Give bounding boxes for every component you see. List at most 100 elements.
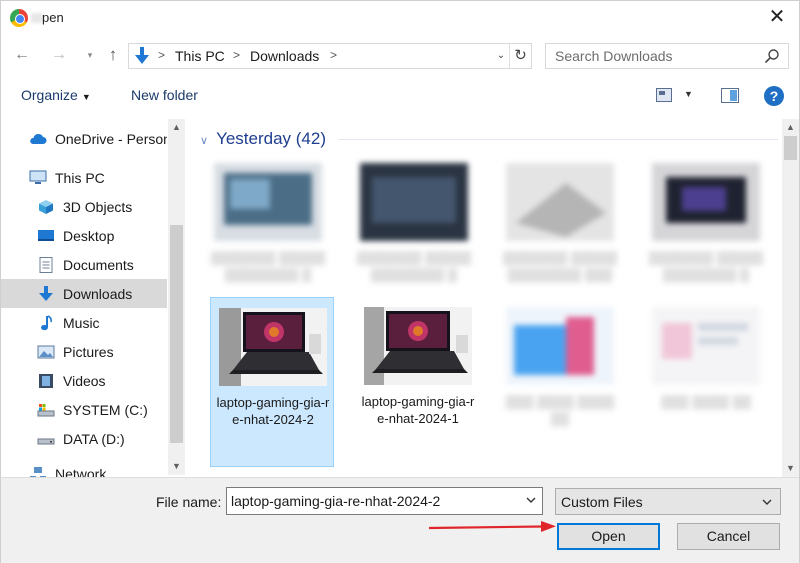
sidebar-item-label: Desktop — [63, 227, 115, 244]
forward-arrow-icon[interactable]: → — [49, 45, 69, 65]
sidebar-item-pictures[interactable]: Pictures — [1, 337, 167, 366]
drive-icon — [37, 438, 55, 444]
sidebar-item-label: Music — [63, 314, 100, 331]
file-caption-blurred: ▒▒▒ ▒▒▒▒ ▒▒▒▒▒▒ — [505, 394, 615, 426]
breadcrumb-this-pc[interactable]: This PC — [175, 48, 225, 64]
file-thumbnail — [506, 307, 614, 385]
sidebar-item-3d-objects[interactable]: 3D Objects — [1, 192, 167, 221]
sidebar-item-network[interactable]: Network — [1, 459, 167, 477]
open-file-dialog: pen ✕ ← → ▾ ↑ > This PC > Downloads > ⌄ … — [0, 0, 800, 563]
window-title: pen — [42, 10, 64, 25]
back-arrow-icon[interactable]: ← — [12, 45, 32, 65]
chevron-down-icon — [762, 499, 772, 505]
file-thumbnail — [506, 163, 614, 241]
sidebar-item-desktop[interactable]: Desktop — [1, 221, 167, 250]
help-icon[interactable]: ? — [764, 86, 784, 106]
search-input[interactable] — [546, 44, 756, 68]
scrollbar-thumb[interactable] — [784, 136, 797, 160]
laptop-image-thumbnail — [219, 308, 327, 386]
refresh-icon[interactable]: ↻ — [509, 44, 531, 68]
chevron-down-icon: ▼ — [81, 92, 91, 102]
content-scrollbar[interactable]: ▲ ▼ — [782, 119, 799, 477]
file-tile-blurred[interactable]: ▒▒▒ ▒▒▒▒ ▒▒▒▒▒▒ — [498, 297, 622, 467]
recent-locations-chevron-icon[interactable]: ▾ — [80, 45, 100, 65]
group-header-label: Yesterday (42) — [216, 129, 326, 148]
file-caption-blurred: ▒▒▒ ▒▒▒▒ ▒▒ — [660, 394, 752, 409]
breadcrumb-separator[interactable]: > — [330, 48, 337, 62]
chevron-down-icon: ∨ — [200, 135, 209, 147]
close-icon[interactable]: ✕ — [765, 6, 789, 30]
sidebar-item-label: Documents — [63, 256, 134, 273]
sidebar-item-documents[interactable]: Documents — [1, 250, 167, 279]
file-tile-blurred[interactable]: ▒▒▒ ▒▒▒▒ ▒▒ — [644, 297, 768, 467]
file-thumbnail — [360, 163, 468, 241]
sidebar-item-data-d[interactable]: DATA (D:) — [1, 424, 167, 453]
sidebar-item-music[interactable]: Music — [1, 308, 167, 337]
desktop-icon — [38, 229, 54, 241]
sidebar-item-label: DATA (D:) — [63, 430, 125, 447]
address-bar[interactable]: > This PC > Downloads > ⌄ ↻ — [128, 43, 532, 69]
sidebar-item-label: Videos — [63, 372, 106, 389]
chrome-app-icon — [10, 9, 28, 27]
change-view-icon[interactable] — [656, 88, 672, 102]
file-type-value: Custom Files — [561, 494, 643, 510]
network-icon — [30, 466, 46, 477]
organize-button[interactable]: Organize ▼ — [21, 87, 91, 103]
laptop-image-thumbnail — [364, 307, 472, 385]
navigation-pane: OneDrive - Person This PC 3D Objects Des… — [1, 119, 185, 477]
sidebar-item-label: Network — [55, 465, 107, 478]
scroll-up-icon[interactable]: ▲ — [168, 119, 185, 136]
up-arrow-icon[interactable]: ↑ — [103, 45, 123, 65]
file-list: ∨ Yesterday (42) ▒▒▒▒▒▒▒ ▒▒▒▒▒ ▒▒▒▒▒▒▒▒ ▒… — [186, 119, 782, 477]
pictures-icon — [37, 345, 55, 358]
file-name-label: laptop-gaming-gia-re-nhat-2024-2 — [216, 395, 330, 427]
cube-icon — [39, 199, 53, 214]
scroll-up-icon[interactable]: ▲ — [782, 119, 799, 136]
breadcrumb-separator[interactable]: > — [158, 48, 165, 62]
preview-pane-icon[interactable] — [721, 88, 739, 103]
group-header-yesterday[interactable]: ∨ Yesterday (42) — [200, 129, 326, 149]
search-box[interactable] — [545, 43, 789, 69]
breadcrumb-downloads[interactable]: Downloads — [250, 48, 319, 64]
cancel-button[interactable]: Cancel — [677, 523, 780, 550]
address-dropdown-chevron-icon[interactable]: ⌄ — [491, 44, 511, 68]
sidebar-item-label: 3D Objects — [63, 198, 133, 215]
new-folder-button[interactable]: New folder — [131, 87, 198, 103]
file-caption-blurred: ▒▒▒▒▒▒▒ ▒▒▒▒▒ ▒▒▒▒▒▒▒▒ ▒ — [356, 250, 472, 282]
cloud-icon — [30, 133, 47, 144]
file-name-input[interactable] — [227, 488, 517, 514]
sidebar-item-label: Pictures — [63, 343, 114, 360]
navigation-scrollbar[interactable]: ▲ ▼ — [168, 119, 185, 475]
download-arrow-icon — [135, 47, 149, 64]
file-type-select[interactable]: Custom Files — [555, 488, 781, 515]
sidebar-item-label: OneDrive - Person — [55, 130, 167, 147]
file-tile-laptop-gaming-2[interactable]: laptop-gaming-gia-re-nhat-2024-2 — [210, 297, 334, 467]
system-drive-icon — [37, 403, 55, 416]
file-thumbnail — [652, 307, 760, 385]
file-thumbnail — [214, 163, 322, 241]
view-options-chevron-icon[interactable]: ▼ — [684, 89, 693, 99]
scrollbar-thumb[interactable] — [170, 225, 183, 443]
breadcrumb-separator[interactable]: > — [233, 48, 240, 62]
red-annotation-arrow-icon — [429, 521, 556, 532]
sidebar-item-onedrive[interactable]: OneDrive - Person — [1, 124, 167, 153]
scroll-down-icon[interactable]: ▼ — [782, 460, 799, 477]
file-tile-laptop-gaming-1[interactable]: laptop-gaming-gia-re-nhat-2024-1 — [356, 297, 480, 467]
film-icon — [39, 373, 53, 388]
sidebar-item-system-c[interactable]: SYSTEM (C:) — [1, 395, 167, 424]
scroll-down-icon[interactable]: ▼ — [168, 458, 185, 475]
file-name-label: File name: — [156, 494, 222, 510]
sidebar-item-this-pc[interactable]: This PC — [1, 163, 167, 192]
sidebar-item-downloads[interactable]: Downloads — [1, 279, 167, 308]
file-caption-blurred: ▒▒▒▒▒▒▒ ▒▒▒▒▒ ▒▒▒▒▒▒▒▒ ▒▒▒ — [502, 250, 618, 282]
chevron-down-icon[interactable] — [524, 493, 538, 507]
document-icon — [39, 256, 53, 273]
file-name-combobox[interactable] — [226, 487, 543, 515]
music-note-icon — [41, 314, 52, 330]
file-caption-blurred: ▒▒▒▒▒▒▒ ▒▒▒▒▒ ▒▒▒▒▒▒▒▒ ▒ — [648, 250, 764, 282]
title-bar: pen ✕ — [1, 1, 799, 35]
search-icon[interactable] — [764, 48, 780, 64]
file-thumbnail — [652, 163, 760, 241]
open-button[interactable]: Open — [557, 523, 660, 550]
sidebar-item-videos[interactable]: Videos — [1, 366, 167, 395]
